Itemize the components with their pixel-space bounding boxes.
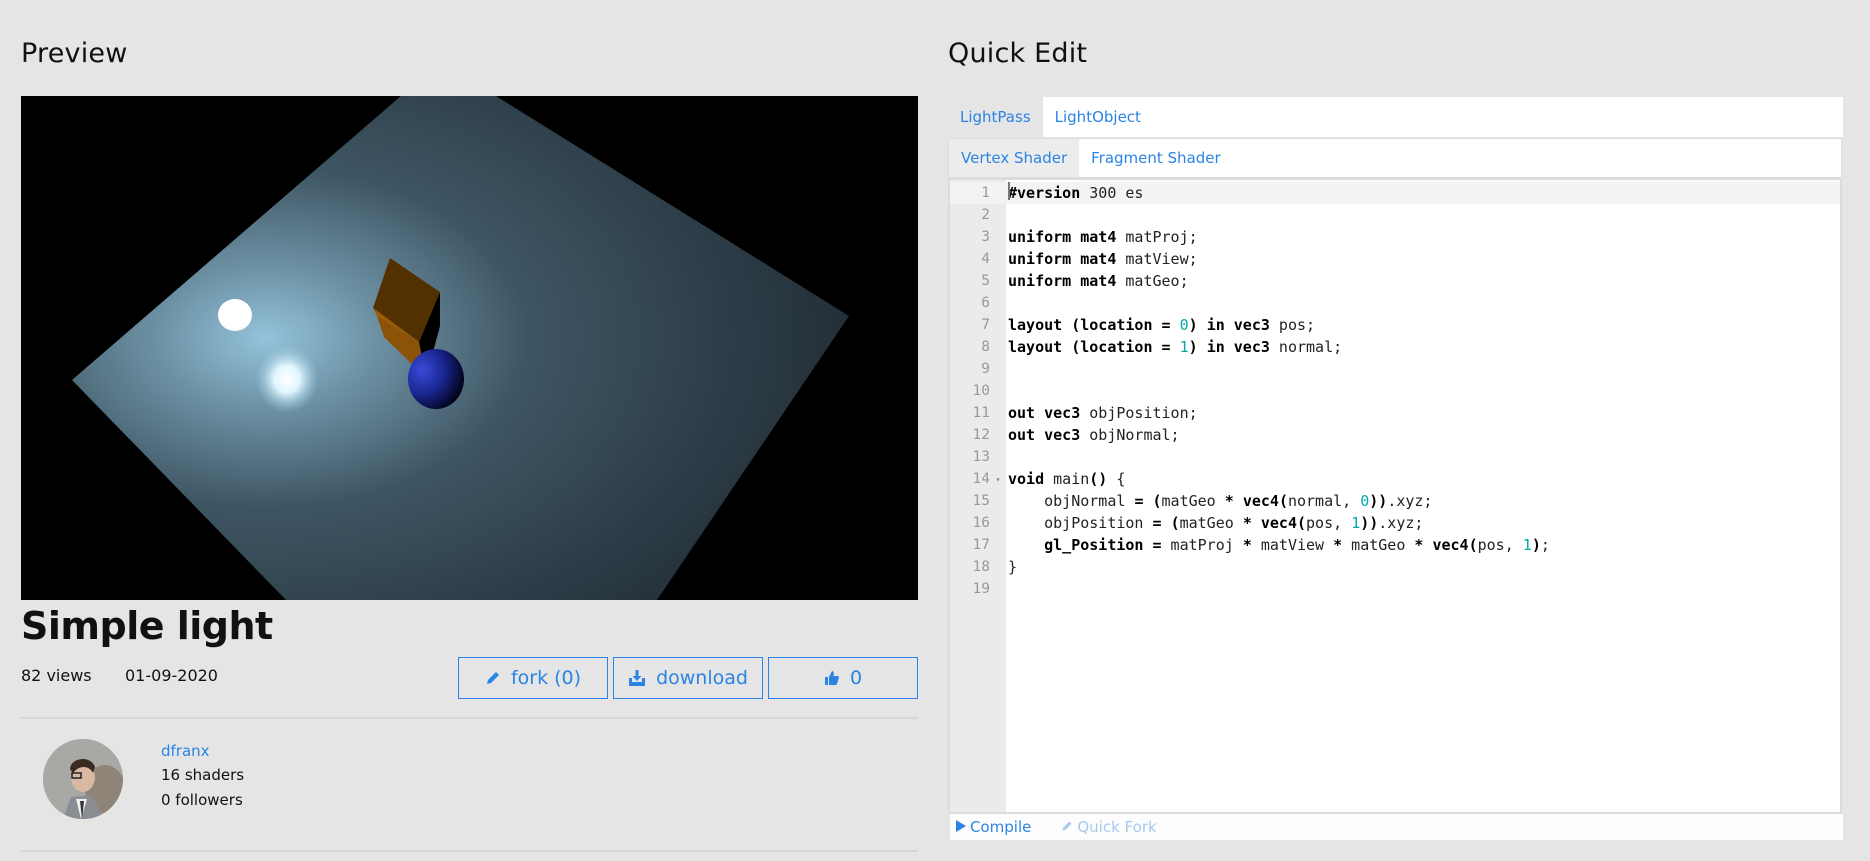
publish-date: 01-09-2020	[125, 666, 218, 685]
tab-lightobject[interactable]: LightObject	[1043, 97, 1153, 137]
like-button[interactable]: 0	[768, 657, 918, 699]
line-number: 1	[981, 185, 990, 201]
code-line[interactable]: 14 ▾ void main() {	[950, 468, 1840, 490]
line-number: 18	[972, 559, 990, 575]
line-number: 10	[972, 383, 990, 399]
code-line[interactable]: 16 objPosition = (matGeo * vec4(pos, 1))…	[950, 512, 1840, 534]
tab-lightpass[interactable]: LightPass	[948, 97, 1043, 137]
view-count: 82 views	[21, 666, 92, 685]
divider	[21, 850, 918, 852]
line-number: 17	[972, 537, 990, 553]
line-number: 2	[981, 207, 990, 223]
code-text: gl_Position = matProj * matView * matGeo…	[1044, 536, 1550, 554]
tab-vertex-shader[interactable]: Vertex Shader	[949, 139, 1080, 177]
author-shader-count: 16 shaders	[161, 766, 245, 784]
download-label: download	[656, 667, 748, 689]
compile-label: Compile	[970, 818, 1032, 836]
code-line[interactable]: 11 out vec3 objPosition;	[950, 402, 1840, 424]
code-line[interactable]: 13	[950, 446, 1840, 468]
light-spot	[255, 345, 319, 413]
code-line[interactable]: 5 uniform mat4 matGeo;	[950, 270, 1840, 292]
code-lines: 1 #version 300 es 2 3 uniform mat4 matProj; 4…	[950, 182, 1840, 600]
tab-fragment-shader[interactable]: Fragment Shader	[1079, 139, 1233, 177]
code-line[interactable]: 8 layout (location = 1) in vec3 normal;	[950, 336, 1840, 358]
code-line[interactable]: 7 layout (location = 0) in vec3 pos;	[950, 314, 1840, 336]
code-line[interactable]: 9	[950, 358, 1840, 380]
code-editor[interactable]: 1 #version 300 es 2 3 uniform mat4 matProj; 4…	[948, 180, 1842, 814]
code-line[interactable]: 10	[950, 380, 1840, 402]
code-line[interactable]: 4 uniform mat4 matView;	[950, 248, 1840, 270]
code-text: out vec3 objPosition;	[1008, 404, 1198, 422]
divider	[21, 717, 918, 719]
code-text: layout (location = 1) in vec3 normal;	[1008, 338, 1343, 356]
code-line[interactable]: 19	[950, 578, 1840, 600]
fold-arrow-icon[interactable]: ▾	[990, 475, 1006, 484]
line-number: 12	[972, 427, 990, 443]
code-text: out vec3 objNormal;	[1008, 426, 1180, 444]
fork-label: fork (0)	[510, 667, 582, 689]
line-number: 3	[981, 229, 990, 245]
compile-button[interactable]: Compile	[956, 818, 1031, 836]
quick-edit-heading: Quick Edit	[948, 38, 1088, 69]
line-number: 4	[981, 251, 990, 267]
thumbs-up-icon	[824, 670, 840, 686]
code-text: uniform mat4 matGeo;	[1008, 272, 1189, 290]
code-text: objNormal = (matGeo * vec4(normal, 0)).x…	[1008, 492, 1433, 510]
like-count: 0	[849, 667, 863, 689]
code-text: layout (location = 0) in vec3 pos;	[1008, 316, 1316, 334]
line-number: 14	[972, 471, 990, 487]
code-text: }	[1008, 558, 1018, 576]
download-icon	[628, 670, 646, 686]
line-number: 5	[981, 273, 990, 289]
code-line[interactable]: 15 objNormal = (matGeo * vec4(normal, 0)…	[950, 490, 1840, 512]
line-number: 19	[972, 581, 990, 597]
quick-fork-label: Quick Fork	[1077, 818, 1157, 836]
line-number: 7	[981, 317, 990, 333]
pencil-icon	[485, 670, 501, 686]
line-number: 9	[981, 361, 990, 377]
preview-canvas[interactable]	[21, 96, 918, 600]
code-line[interactable]: 2	[950, 204, 1840, 226]
line-number: 16	[972, 515, 990, 531]
author-follower-count: 0 followers	[161, 791, 243, 809]
scene-render	[72, 96, 849, 600]
shader-title: Simple light	[21, 604, 273, 648]
line-number: 8	[981, 339, 990, 355]
line-number: 6	[981, 295, 990, 311]
code-text: objPosition = (matGeo * vec4(pos, 1)).xy…	[1008, 514, 1424, 532]
code-line[interactable]: 6	[950, 292, 1840, 314]
code-text: uniform mat4 matView;	[1008, 250, 1198, 268]
code-text: void main() {	[1008, 470, 1126, 488]
code-line[interactable]: 17 gl_Position = matProj * matView * mat…	[950, 534, 1840, 556]
code-text: #version 300 es	[1008, 184, 1144, 202]
shader-stage-tabs: Vertex Shader Fragment Shader	[948, 138, 1842, 180]
fork-button[interactable]: fork (0)	[458, 657, 608, 699]
line-number: 13	[972, 449, 990, 465]
author-avatar[interactable]	[43, 739, 123, 819]
text-cursor	[1008, 182, 1010, 200]
play-icon	[956, 818, 966, 836]
code-line[interactable]: 3 uniform mat4 matProj;	[950, 226, 1840, 248]
code-line[interactable]: 1 #version 300 es	[950, 182, 1840, 204]
pass-tabs: LightPass LightObject	[948, 97, 1843, 137]
download-button[interactable]: download	[613, 657, 763, 699]
line-number: 15	[972, 493, 990, 509]
code-line[interactable]: 18}	[950, 556, 1840, 578]
line-number: 11	[972, 405, 990, 421]
code-text: uniform mat4 matProj;	[1008, 228, 1198, 246]
preview-heading: Preview	[21, 38, 128, 69]
light-source-sphere	[218, 299, 252, 331]
quick-fork-button[interactable]: Quick Fork	[1061, 818, 1157, 836]
blue-sphere	[408, 349, 464, 409]
code-line[interactable]: 12 out vec3 objNormal;	[950, 424, 1840, 446]
floor-plane	[72, 96, 849, 600]
pencil-icon	[1061, 818, 1073, 836]
editor-footer: Compile Quick Fork	[950, 814, 1843, 840]
author-name-link[interactable]: dfranx	[161, 742, 210, 760]
